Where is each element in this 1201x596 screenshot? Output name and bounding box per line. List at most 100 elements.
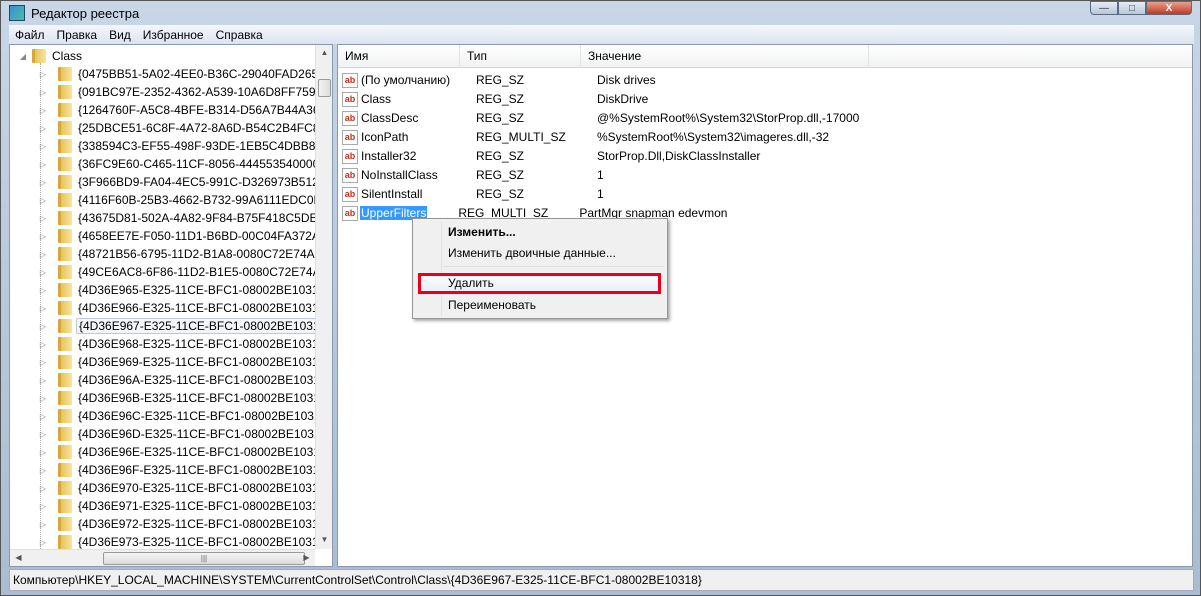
tree-item[interactable]: ▷ {4D36E966-E325-11CE-BFC1-08002BE10318} [38,299,331,317]
expand-icon[interactable]: ▷ [38,214,48,223]
expand-icon[interactable]: ▷ [38,268,48,277]
column-name[interactable]: Имя [338,45,460,68]
expand-icon[interactable]: ▷ [38,178,48,187]
expand-icon[interactable]: ▷ [38,232,48,241]
value-row[interactable]: ab Installer32 REG_SZ StorProp.Dll,DiskClas… [342,147,760,165]
value-row[interactable]: ab Class REG_SZ DiskDrive [342,90,648,108]
expand-icon[interactable]: ▷ [38,106,48,115]
expand-icon[interactable]: ▷ [38,160,48,169]
tree-item[interactable]: ▷ {25DBCE51-6C8F-4A72-8A6D-B54C2B4FC835} [38,119,332,137]
key-tree[interactable]: ◢ Class ▷ {0475BB51-5A02-4EE0-B36C-29040F… [9,44,333,567]
scroll-up-icon[interactable]: ▲ [316,48,332,57]
menu-file[interactable]: Файл [9,28,51,42]
tree-item[interactable]: ▷ {4D36E96C-E325-11CE-BFC1-08002BE10318} [38,407,332,425]
value-row[interactable]: ab ClassDesc REG_SZ @%SystemRoot%\System32\… [342,109,859,127]
expand-icon[interactable]: ▷ [38,430,48,439]
tree-item-label: {3F966BD9-FA04-4EC5-991C-D326973B5128} [78,175,330,189]
menu-item-rename[interactable]: Переименовать [448,295,536,315]
tree-item-class[interactable]: ◢ Class [18,47,84,65]
tree-item[interactable]: ▷ {4D36E96B-E325-11CE-BFC1-08002BE10318} [38,389,332,407]
maximize-button[interactable]: □ [1118,1,1146,15]
expand-icon[interactable]: ▷ [38,124,48,133]
scroll-thumb[interactable]: ||| [103,552,305,565]
tree-item[interactable]: ▷ {4D36E970-E325-11CE-BFC1-08002BE10318} [38,479,331,497]
tree-item[interactable]: ▷ {36FC9E60-C465-11CF-8056-444553540000} [38,155,325,173]
tree-item-label: {4D36E971-E325-11CE-BFC1-08002BE10318} [78,499,330,513]
menu-edit[interactable]: Правка [51,28,104,42]
string-value-icon: ab [342,129,358,145]
scroll-left-icon[interactable]: ◀ [10,553,27,562]
expand-icon[interactable]: ▷ [38,142,48,151]
expand-icon[interactable]: ▷ [38,502,48,511]
window-title: Редактор реестра [31,5,140,21]
expand-icon[interactable]: ▷ [38,340,48,349]
menu-item-modify[interactable]: Изменить... [448,222,516,242]
expand-icon[interactable]: ▷ [38,466,48,475]
expand-icon[interactable]: ▷ [38,412,48,421]
column-type[interactable]: Тип [460,45,581,68]
value-row[interactable]: ab IconPath REG_MULTI_SZ %SystemRoot%\Syste… [342,128,829,146]
tree-item[interactable]: ▷ {43675D81-502A-4A82-9F84-B75F418C5DEA} [38,209,332,227]
folder-icon [58,139,72,153]
string-value-icon: ab [342,91,358,107]
expand-icon[interactable]: ▷ [38,196,48,205]
folder-icon [58,337,72,351]
tree-item[interactable]: ▷ {1264760F-A5C8-4BFE-B314-D56A7B44A362} [38,101,332,119]
expand-icon[interactable]: ▷ [38,376,48,385]
folder-icon [58,355,72,369]
value-type: REG_SZ [476,111,525,125]
tree-item[interactable]: ▷ {4D36E969-E325-11CE-BFC1-08002BE10318} [38,353,331,371]
menu-bar: Файл Правка Вид Избранное Справка [9,25,1194,44]
expand-icon[interactable]: ▷ [38,394,48,403]
tree-item-label: {36FC9E60-C465-11CF-8056-444553540000} [78,157,324,171]
value-row[interactable]: ab (По умолчанию) REG_SZ Disk drives [342,71,656,89]
scroll-right-icon[interactable]: ▶ [298,553,315,562]
expand-icon[interactable]: ▷ [38,322,48,331]
expand-icon[interactable]: ▷ [38,70,48,79]
menu-item-modify-binary[interactable]: Изменить двоичные данные... [448,243,616,263]
tree-item[interactable]: ▷ {4D36E96D-E325-11CE-BFC1-08002BE10318} [38,425,332,443]
scroll-down-icon[interactable]: ▼ [316,535,332,544]
tree-item[interactable]: ▷ {4D36E968-E325-11CE-BFC1-08002BE10318} [38,335,331,353]
close-button[interactable]: X [1146,1,1192,15]
value-row[interactable]: ab SilentInstall REG_SZ 1 [342,185,604,203]
minimize-button[interactable]: — [1090,1,1118,15]
expand-icon[interactable]: ▷ [38,88,48,97]
expand-icon[interactable]: ▷ [38,286,48,295]
tree-item[interactable]: ▷ {4658EE7E-F050-11D1-B6BD-00C04FA372A7} [38,227,332,245]
expand-icon[interactable]: ▷ [38,520,48,529]
expand-icon[interactable]: ▷ [38,448,48,457]
folder-icon [58,283,72,297]
column-data[interactable]: Значение [581,45,869,68]
tree-vertical-scrollbar[interactable]: ▲ ▼ [315,45,332,549]
value-row[interactable]: ab NoInstallClass REG_SZ 1 [342,166,604,184]
menu-separator [443,266,664,267]
tree-item[interactable]: ▷ {091BC97E-2352-4362-A539-10A6D8FF7596} [38,83,328,101]
expand-icon[interactable]: ▷ [38,250,48,259]
tree-item[interactable]: ▷ {4D36E965-E325-11CE-BFC1-08002BE10318} [38,281,331,299]
tree-item[interactable]: ▷ {4D36E96F-E325-11CE-BFC1-08002BE10318} [38,461,332,479]
tree-item[interactable]: ▷ {3F966BD9-FA04-4EC5-991C-D326973B5128} [38,173,332,191]
collapse-icon[interactable]: ◢ [18,52,28,61]
tree-item[interactable]: ▷ {4D36E96E-E325-11CE-BFC1-08002BE10318} [38,443,332,461]
menu-favorites[interactable]: Избранное [137,28,210,42]
menu-item-delete[interactable]: Удалить [448,273,494,293]
menu-view[interactable]: Вид [103,28,137,42]
expand-icon[interactable]: ▷ [38,538,48,547]
scroll-thumb[interactable] [318,79,331,97]
expand-icon[interactable]: ▷ [38,484,48,493]
tree-item[interactable]: ▷ {48721B56-6795-11D2-B1A8-0080C72E74A2} [38,245,327,263]
menu-help[interactable]: Справка [210,28,269,42]
expand-icon[interactable]: ▷ [38,304,48,313]
tree-item[interactable]: ▷ {4D36E971-E325-11CE-BFC1-08002BE10318} [38,497,331,515]
tree-item[interactable]: ▷ {338594C3-EF55-498F-93DE-1EB5C4DBB8B2} [38,137,332,155]
tree-item[interactable]: ▷ {4D36E96A-E325-11CE-BFC1-08002BE10318} [38,371,332,389]
expand-icon[interactable]: ▷ [38,358,48,367]
tree-horizontal-scrollbar[interactable]: ◀ ||| ▶ [10,549,315,566]
tree-item[interactable]: ▷ {49CE6AC8-6F86-11D2-B1E5-0080C72E74A2} [38,263,332,281]
tree-item[interactable]: ▷ {4D36E967-E325-11CE-BFC1-08002BE10318} [38,317,332,335]
tree-item[interactable]: ▷ {4116F60B-25B3-4662-B732-99A6111EDC0B} [38,191,328,209]
tree-item[interactable]: ▷ {4D36E972-E325-11CE-BFC1-08002BE10318} [38,515,331,533]
tree-item[interactable]: ▷ {0475BB51-5A02-4EE0-B36C-29040FAD2650} [38,65,331,83]
value-type: REG_MULTI_SZ [476,130,566,144]
